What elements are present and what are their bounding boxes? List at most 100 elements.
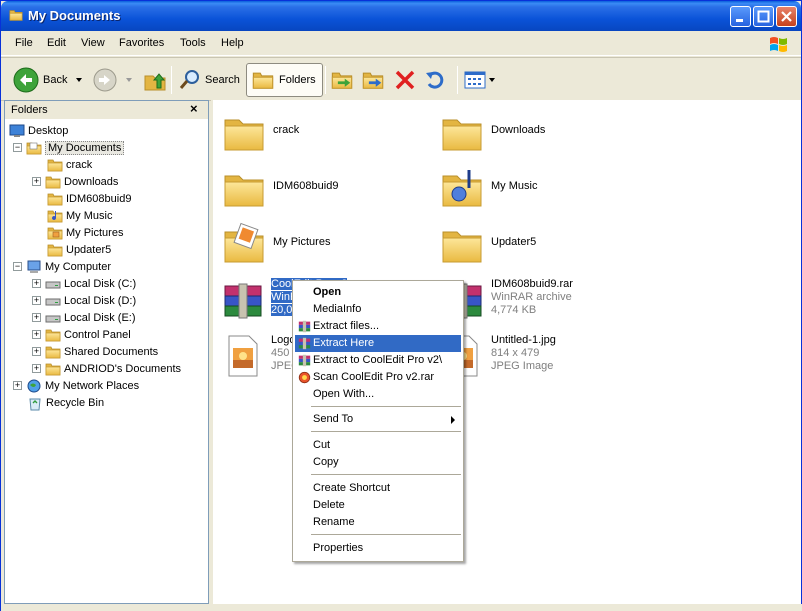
window-bottom-border — [1, 604, 802, 611]
delete-button[interactable] — [394, 63, 416, 97]
up-folder-button[interactable] — [143, 63, 167, 97]
menu-edit[interactable]: Edit — [47, 37, 66, 49]
folders-label: Folders — [279, 74, 316, 86]
maximize-button[interactable] — [753, 6, 774, 27]
tree-item-downloads[interactable]: + Downloads — [32, 173, 118, 190]
expand-toggle[interactable]: + — [32, 330, 41, 339]
drive-icon — [45, 293, 61, 309]
folders-button[interactable]: Folders — [246, 63, 323, 97]
views-button[interactable] — [464, 63, 496, 97]
expand-toggle[interactable]: + — [32, 313, 41, 322]
ctx-send-to[interactable]: Send To — [295, 411, 461, 428]
folder-icon — [8, 8, 24, 22]
tree-item-my-music[interactable]: My Music — [47, 207, 112, 224]
ctx-extract-here[interactable]: Extract Here — [295, 335, 461, 352]
ctx-label: Extract files... — [313, 320, 380, 332]
winrar-icon — [298, 337, 311, 350]
forward-button[interactable] — [93, 63, 133, 97]
maximize-icon — [757, 10, 770, 23]
tree-item-local-disk-c[interactable]: + Local Disk (C:) — [32, 275, 136, 292]
toolbar-separator — [171, 66, 172, 94]
close-icon — [781, 11, 792, 22]
ctx-create-shortcut[interactable]: Create Shortcut — [295, 480, 461, 497]
tree-item-my-computer[interactable]: − My Computer — [13, 258, 111, 275]
expand-toggle[interactable]: + — [13, 381, 22, 390]
ctx-scan[interactable]: Scan CoolEdit Pro v2.rar — [295, 369, 461, 386]
tree-item-control-panel[interactable]: + Control Panel — [32, 326, 131, 343]
menu-view[interactable]: View — [81, 37, 105, 49]
ctx-extract-to[interactable]: Extract to CoolEdit Pro v2\ — [295, 352, 461, 369]
tree-item-recycle-bin[interactable]: Recycle Bin — [27, 394, 104, 411]
menu-tools[interactable]: Tools — [180, 37, 206, 49]
ctx-copy[interactable]: Copy — [295, 454, 461, 471]
tree-item-idm608buid9[interactable]: IDM608buid9 — [47, 190, 131, 207]
tree-label: Desktop — [28, 124, 69, 137]
back-label: Back — [43, 74, 68, 86]
search-button[interactable]: Search — [179, 63, 240, 97]
expand-toggle[interactable]: + — [32, 364, 41, 373]
tree-label: ANDRIOD's Documents — [64, 362, 182, 375]
move-to-button[interactable] — [331, 63, 353, 97]
ctx-open-with[interactable]: Open With... — [295, 386, 461, 403]
dropdown-arrow-icon[interactable] — [75, 76, 83, 84]
expand-toggle[interactable]: + — [32, 347, 41, 356]
my-documents-icon — [26, 140, 42, 156]
expand-toggle[interactable]: + — [32, 279, 41, 288]
expand-toggle[interactable]: + — [32, 177, 41, 186]
tree-label: My Network Places — [45, 379, 140, 392]
tree-item-updater5[interactable]: Updater5 — [47, 241, 111, 258]
copy-to-button[interactable] — [362, 63, 384, 97]
folder-icon — [439, 108, 487, 156]
tree-item-desktop[interactable]: Desktop — [9, 122, 68, 139]
dropdown-arrow-icon[interactable] — [125, 76, 133, 84]
music-folder-icon — [47, 208, 63, 224]
ctx-cut[interactable]: Cut — [295, 437, 461, 454]
item-name: My Pictures — [273, 236, 331, 248]
ctx-mediainfo[interactable]: MediaInfo — [295, 301, 461, 318]
item-name: Untitled-1.jpg — [491, 334, 556, 346]
recycle-bin-icon — [29, 398, 41, 410]
undo-icon — [426, 71, 444, 89]
menu-help[interactable]: Help — [221, 37, 244, 49]
tree-item-my-pictures[interactable]: My Pictures — [47, 224, 123, 241]
toolbar: Back Search Folders — [1, 57, 801, 101]
close-pane-icon[interactable]: × — [190, 101, 198, 116]
antivirus-icon — [298, 371, 311, 384]
winrar-icon — [298, 354, 311, 367]
ctx-delete[interactable]: Delete — [295, 497, 461, 514]
tree-item-crack[interactable]: crack — [47, 156, 92, 173]
ctx-separator — [311, 474, 461, 475]
title-bar[interactable]: My Documents — [1, 1, 801, 31]
tree-item-local-disk-d[interactable]: + Local Disk (D:) — [32, 292, 136, 309]
tree-item-andriods-documents[interactable]: + ANDRIOD's Documents — [32, 360, 181, 377]
ctx-label: Send To — [313, 413, 354, 425]
collapse-toggle[interactable]: − — [13, 262, 22, 271]
delete-x-icon — [395, 70, 415, 90]
move-to-icon — [331, 69, 353, 91]
menu-favorites[interactable]: Favorites — [119, 37, 164, 49]
tree-item-my-network-places[interactable]: + My Network Places — [13, 377, 139, 394]
tree-label: crack — [66, 158, 93, 171]
ctx-label: Scan CoolEdit Pro v2.rar — [313, 371, 435, 383]
tree-item-my-documents[interactable]: − My Documents — [13, 139, 125, 156]
ctx-properties[interactable]: Properties — [295, 540, 461, 557]
collapse-toggle[interactable]: − — [13, 143, 22, 152]
ctx-label: Extract Here — [313, 337, 375, 349]
tree-label: Recycle Bin — [46, 396, 105, 409]
minimize-button[interactable] — [730, 6, 751, 27]
folder-icon — [221, 108, 269, 156]
item-size: 20,0 — [271, 304, 293, 316]
undo-button[interactable] — [425, 63, 447, 97]
folder-icon — [221, 164, 269, 212]
item-name: Downloads — [491, 124, 546, 136]
ctx-extract-files[interactable]: Extract files... — [295, 318, 461, 335]
tree-item-shared-documents[interactable]: + Shared Documents — [32, 343, 158, 360]
ctx-open[interactable]: Open — [295, 284, 461, 301]
item-name: My Music — [491, 180, 538, 192]
menu-file[interactable]: File — [15, 37, 33, 49]
tree-item-local-disk-e[interactable]: + Local Disk (E:) — [32, 309, 136, 326]
back-button[interactable]: Back — [13, 63, 83, 97]
ctx-rename[interactable]: Rename — [295, 514, 461, 531]
expand-toggle[interactable]: + — [32, 296, 41, 305]
close-button[interactable] — [776, 6, 797, 27]
